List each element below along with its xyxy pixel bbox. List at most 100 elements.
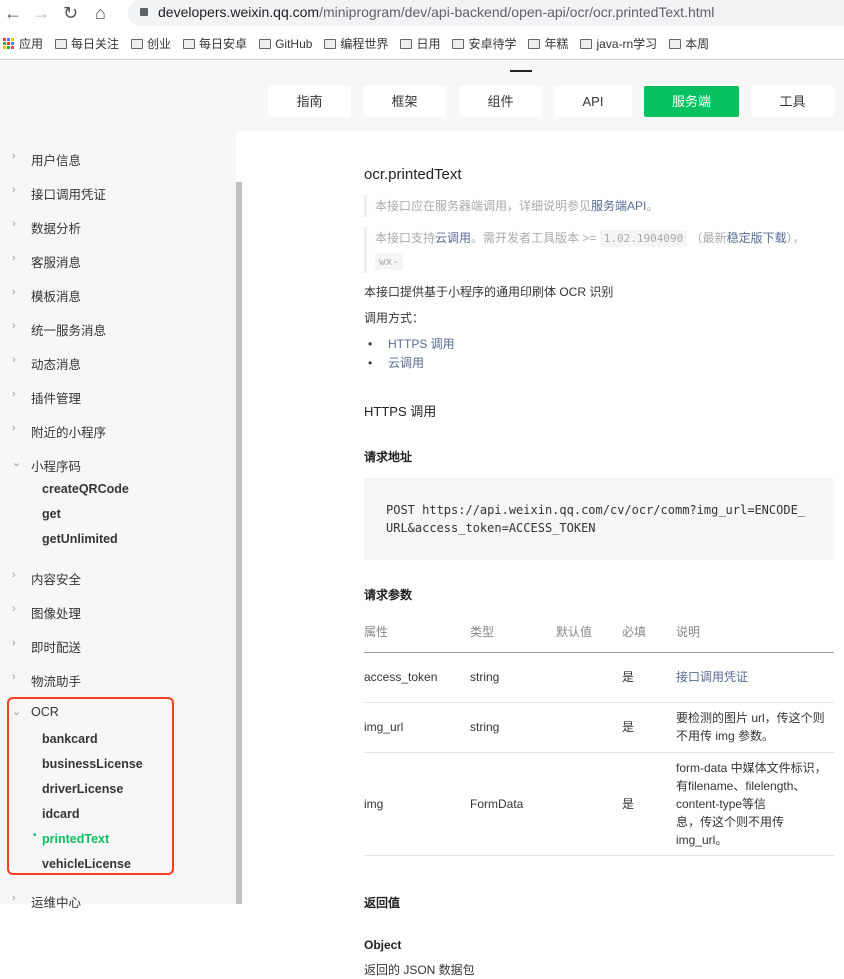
sidebar-item-qrcode[interactable]: ⌄ 小程序码 (12, 456, 81, 475)
sidebar-item[interactable]: › 附近的小程序 (12, 422, 106, 441)
bookmark-folder[interactable]: 年糕 (524, 35, 568, 52)
chevron-right-icon: › (12, 286, 16, 298)
cloud-call-link[interactable]: 云调用 (435, 231, 471, 245)
tab-api[interactable]: API (554, 86, 632, 117)
sidebar-item[interactable]: › 插件管理 (12, 388, 81, 407)
tab-server[interactable]: 服务端 (644, 86, 739, 117)
cloud-note: 本接口支持云调用。需开发者工具版本 >= 1.02.1904090 （最新稳定版… (364, 227, 834, 273)
bookmark-folder[interactable]: 创业 (127, 35, 171, 52)
chevron-right-icon: › (12, 354, 16, 366)
note-text: 。需开发者工具版本 >= (471, 231, 600, 245)
sidebar-item[interactable]: › 内容安全 (12, 569, 82, 588)
folder-icon (669, 38, 682, 49)
sidebar-subitem[interactable]: createQRCode (42, 482, 129, 496)
sidebar-subitem-active[interactable]: printedText (42, 832, 109, 846)
bookmark-label: 本周 (685, 37, 710, 51)
tab-guide[interactable]: 指南 (268, 86, 351, 117)
chevron-right-icon: › (12, 569, 16, 581)
reload-icon[interactable]: ↻ (63, 3, 78, 24)
sidebar-item[interactable]: › 接口调用凭证 (12, 184, 106, 203)
bookmark-folder[interactable]: 日用 (396, 35, 440, 52)
chevron-right-icon: › (12, 218, 16, 230)
sidebar-subitem[interactable]: getUnlimited (42, 532, 118, 546)
indicator (510, 70, 532, 72)
url-path: /miniprogram/dev/api-backend/open-api/oc… (319, 4, 715, 20)
folder-icon (580, 38, 593, 49)
tab-components[interactable]: 组件 (459, 86, 542, 117)
bookmark-label: 日用 (416, 37, 441, 51)
bookmark-apps[interactable]: 应用 (0, 35, 43, 52)
sidebar-subitem[interactable]: bankcard (42, 732, 98, 746)
sidebar-item-ocr[interactable]: ⌄ OCR (12, 705, 59, 719)
request-url-code: POST https://api.weixin.qq.com/cv/ocr/co… (364, 478, 834, 560)
sidebar-item-label: 用户信息 (31, 154, 82, 168)
forward-icon[interactable]: → (32, 3, 50, 24)
back-icon[interactable]: ← (4, 3, 22, 24)
version-code: 1.02.1904090 (599, 230, 688, 247)
cell (556, 752, 622, 856)
home-icon[interactable]: ⌂ (95, 3, 106, 24)
table-row: img_url string 是 要检测的图片 url，传这个则不用传 img … (364, 702, 834, 753)
bookmark-folder[interactable]: 编程世界 (320, 35, 388, 52)
note-text: 本接口支持 (375, 231, 436, 245)
folder-icon (131, 38, 144, 49)
sidebar-item[interactable]: › 统一服务消息 (12, 320, 106, 339)
bookmark-folder[interactable]: 安卓待学 (448, 35, 516, 52)
scrollbar[interactable] (236, 182, 242, 904)
sidebar-item[interactable]: › 动态消息 (12, 354, 81, 373)
cell: 是 (622, 702, 676, 753)
sidebar-item[interactable]: › 客服消息 (12, 252, 81, 271)
sidebar-item[interactable]: › 图像处理 (12, 603, 81, 622)
top-nav: 指南 框架 组件 API 服务端 工具 (0, 61, 844, 131)
sidebar-item[interactable]: › 模板消息 (12, 286, 81, 305)
sidebar-subitem[interactable]: vehicleLicense (42, 857, 131, 871)
call-methods-list: HTTPS 调用 云调用 (364, 335, 834, 373)
folder-icon (259, 38, 272, 49)
return-desc: 返回的 JSON 数据包 (364, 962, 475, 977)
browser-toolbar: ← → ↻ ⌂ developers.weixin.qq.com/minipro… (0, 0, 844, 27)
sidebar-item[interactable]: › 用户信息 (12, 150, 82, 169)
server-api-link[interactable]: 服务端API (591, 199, 646, 213)
cell: form-data 中媒体文件标识，有filename、filelength、c… (676, 752, 834, 856)
sidebar-item[interactable]: › 数据分析 (12, 218, 81, 237)
sidebar-item-label: 内容安全 (31, 573, 82, 587)
bookmark-label: 应用 (19, 37, 44, 51)
url-host: developers.weixin.qq.com (158, 4, 320, 20)
address-bar[interactable]: developers.weixin.qq.com/miniprogram/dev… (128, 0, 844, 26)
lock-icon (140, 8, 148, 16)
cloud-call-link[interactable]: 云调用 (368, 354, 834, 373)
chevron-down-icon: ⌄ (12, 706, 22, 718)
tab-framework[interactable]: 框架 (363, 86, 446, 117)
bookmark-label: java-rn学习 (596, 37, 658, 51)
column-header: 说明 (676, 612, 834, 653)
cell (556, 702, 622, 753)
page-title: ocr.printedText (364, 166, 462, 183)
chevron-right-icon: › (12, 184, 16, 196)
sidebar-item[interactable]: › 即时配送 (12, 637, 81, 656)
https-call-link[interactable]: HTTPS 调用 (368, 335, 834, 354)
sidebar-subitem[interactable]: idcard (42, 807, 80, 821)
stable-download-link[interactable]: 稳定版下载 (727, 231, 787, 245)
column-header: 类型 (470, 612, 556, 653)
sidebar-subitem[interactable]: get (42, 507, 61, 521)
bookmark-folder[interactable]: GitHub (255, 37, 312, 51)
bookmark-folder[interactable]: java-rn学习 (576, 35, 657, 52)
cell (556, 652, 622, 703)
folder-icon (528, 38, 541, 49)
sidebar-subitem[interactable]: businessLicense (42, 757, 143, 771)
bookmark-folder[interactable]: 每日安卓 (179, 35, 247, 52)
sidebar-item[interactable]: › 物流助手 (12, 671, 81, 690)
bookmark-label: 创业 (147, 37, 172, 51)
bookmark-folder[interactable]: 本周 (665, 35, 709, 52)
bookmark-folder[interactable]: 每日关注 (51, 35, 119, 52)
sidebar-item[interactable]: › 运维中心 (12, 892, 81, 911)
tab-tools[interactable]: 工具 (751, 86, 834, 117)
bookmark-label: 编程世界 (340, 37, 389, 51)
description: 本接口提供基于小程序的通用印刷体 OCR 识别 (364, 285, 614, 299)
cell: string (470, 652, 556, 703)
content: ocr.printedText 本接口应在服务器端调用，详细说明参见服务端API… (364, 160, 834, 979)
params-table: 属性 类型 默认值 必填 说明 access_token string 是 接口… (364, 612, 834, 856)
call-label: 调用方式： (364, 311, 425, 325)
access-token-link[interactable]: 接口调用凭证 (676, 670, 748, 684)
sidebar-subitem[interactable]: driverLicense (42, 782, 123, 796)
